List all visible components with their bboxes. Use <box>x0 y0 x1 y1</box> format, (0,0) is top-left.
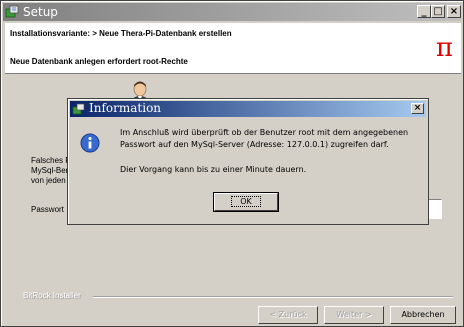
minimize-button[interactable]: _ <box>417 5 431 18</box>
setup-app-icon <box>5 5 19 18</box>
installer-brand: BitRock Installer <box>23 291 81 300</box>
password-input[interactable] <box>428 199 442 219</box>
dialog-close-button[interactable]: × <box>411 103 424 114</box>
footer-divider <box>93 296 453 298</box>
header-subtitle: Neue Datenbank anlegen erfordert root-Re… <box>10 57 188 66</box>
dialog-title: Information <box>89 101 162 115</box>
dialog-message-line1: Im Anschluß wird überprüft ob der Benutz… <box>120 128 409 137</box>
password-label: Passwort <box>31 205 64 214</box>
info-icon <box>80 133 100 153</box>
back-button[interactable]: < Zurück <box>258 306 318 324</box>
cancel-button[interactable]: Abbrechen <box>390 306 456 324</box>
setup-titlebar[interactable]: Setup _ □ × <box>3 3 461 21</box>
dialog-message-line2: Passwort auf den MySql-Server (Adresse: … <box>120 140 389 149</box>
ok-button-label: OK <box>231 196 261 207</box>
dialog-titlebar[interactable]: Information × <box>70 101 426 117</box>
dialog-message-line3: Dier Vorgang kann bis zu einer Minute da… <box>120 165 307 174</box>
maximize-button[interactable]: □ <box>431 5 445 18</box>
pi-logo: π <box>435 33 453 63</box>
information-dialog: Information × Im Anschluß wird überprüft… <box>67 98 429 225</box>
error-label-line2: MySql-Ber <box>31 166 69 175</box>
dialog-app-icon <box>72 103 85 115</box>
setup-title: Setup <box>23 5 58 19</box>
error-label-line1: Falsches P <box>31 156 71 165</box>
install-variant-text: Installationsvariante: > Neue Thera-Pi-D… <box>10 29 232 38</box>
setup-header: Installationsvariante: > Neue Thera-Pi-D… <box>5 23 461 73</box>
error-label-line3: von jeden <box>31 176 66 185</box>
ok-button[interactable]: OK <box>213 192 279 212</box>
next-button[interactable]: Weiter > <box>324 306 384 324</box>
close-button[interactable]: × <box>447 5 461 18</box>
